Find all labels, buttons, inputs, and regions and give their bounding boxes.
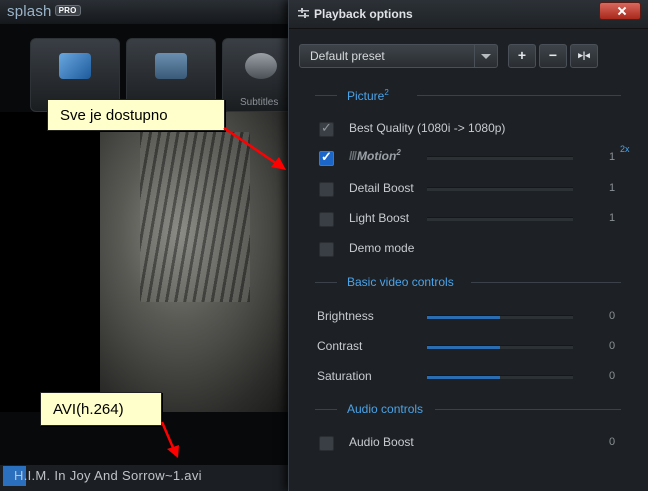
- folder-icon: [155, 53, 187, 79]
- option-row-saturation: Saturation 0: [289, 366, 648, 388]
- panel-title: Playback options: [314, 7, 413, 21]
- option-value: 0: [609, 310, 616, 322]
- option-label: ///Motion2: [349, 148, 401, 163]
- annotation-callout: Sve je dostupno: [47, 99, 225, 131]
- sliders-icon: [298, 8, 309, 18]
- option-value: 1: [609, 212, 616, 224]
- magic-wand-icon: [59, 53, 91, 79]
- section-audio-label: Audio controls: [347, 402, 424, 416]
- split-preset-button[interactable]: ▸|◂: [570, 44, 598, 68]
- option-row-demo-mode: Demo mode: [289, 238, 648, 260]
- option-row-motion: ///Motion2 1 2x: [289, 144, 648, 169]
- option-label: Best Quality (1080i -> 1080p): [349, 121, 506, 135]
- preset-value: Default preset: [310, 49, 385, 63]
- section-picture-label: Picture2: [347, 88, 389, 103]
- section-basic-label: Basic video controls: [347, 275, 454, 289]
- option-row-brightness: Brightness 0: [289, 306, 648, 328]
- motion-checkbox[interactable]: [319, 149, 334, 166]
- option-row-detail-boost: Detail Boost 1: [289, 178, 648, 200]
- contrast-slider[interactable]: [427, 345, 573, 349]
- option-row-contrast: Contrast 0: [289, 336, 648, 358]
- option-label: Detail Boost: [349, 181, 414, 195]
- playback-options-panel: Playback options Default preset + − ▸|◂ …: [288, 0, 648, 491]
- section-audio-header: Audio controls: [315, 402, 621, 416]
- motion-bars-icon: ///: [349, 149, 357, 163]
- option-label: Demo mode: [349, 241, 415, 255]
- slider-fill: [427, 376, 500, 379]
- remove-preset-button[interactable]: −: [539, 44, 567, 68]
- remove-preset-icon: −: [548, 47, 558, 63]
- option-label: Light Boost: [349, 211, 410, 225]
- divider: [417, 95, 621, 96]
- close-button[interactable]: [599, 2, 641, 20]
- subtitles-label: Subtitles: [240, 97, 279, 108]
- speech-bubble-icon: [245, 53, 277, 79]
- now-playing-filename: H.I.M. In Joy And Sorrow~1.avi: [14, 468, 202, 483]
- split-preset-icon: ▸|◂: [578, 50, 590, 60]
- option-value: 1: [609, 151, 616, 163]
- divider: [315, 95, 337, 96]
- motion-multiplier: 2x: [620, 144, 630, 154]
- demo-mode-checkbox[interactable]: [319, 242, 334, 257]
- option-row-best-quality: Best Quality (1080i -> 1080p): [289, 118, 648, 140]
- video-frame[interactable]: [100, 112, 300, 412]
- annotation-callout: AVI(h.264): [40, 392, 162, 426]
- add-preset-button[interactable]: +: [508, 44, 536, 68]
- chevron-down-icon: [474, 45, 497, 67]
- divider: [435, 409, 621, 410]
- light-boost-slider[interactable]: [427, 217, 573, 221]
- option-value: 1: [609, 182, 616, 194]
- slider-fill: [427, 346, 500, 349]
- divider: [471, 282, 621, 283]
- best-quality-checkbox[interactable]: [319, 120, 334, 137]
- motion-slider[interactable]: [427, 156, 573, 160]
- option-label: Saturation: [317, 369, 372, 383]
- section-picture-header: Picture2: [315, 88, 621, 103]
- light-boost-checkbox[interactable]: [319, 212, 334, 227]
- brightness-slider[interactable]: [427, 315, 573, 319]
- pro-badge: PRO: [54, 5, 81, 16]
- splash-logo: splash PRO: [7, 3, 81, 20]
- option-label: Contrast: [317, 339, 363, 353]
- option-row-light-boost: Light Boost 1: [289, 208, 648, 230]
- detail-boost-checkbox[interactable]: [319, 182, 334, 197]
- divider: [315, 409, 337, 410]
- option-label: Audio Boost: [349, 435, 414, 449]
- panel-titlebar: Playback options: [289, 0, 648, 29]
- option-value: 0: [609, 340, 616, 352]
- video-letterbox: [0, 112, 100, 412]
- audio-boost-checkbox[interactable]: [319, 436, 334, 451]
- section-basic-header: Basic video controls: [315, 275, 621, 289]
- option-label: Brightness: [317, 309, 374, 323]
- divider: [315, 282, 337, 283]
- slider-fill: [427, 316, 500, 319]
- preset-dropdown[interactable]: Default preset: [299, 44, 498, 68]
- option-value: 0: [609, 370, 616, 382]
- detail-boost-slider[interactable]: [427, 187, 573, 191]
- saturation-slider[interactable]: [427, 375, 573, 379]
- option-value: 0: [609, 436, 616, 448]
- option-row-audio-boost: Audio Boost 0: [289, 432, 648, 454]
- add-preset-icon: +: [517, 47, 527, 63]
